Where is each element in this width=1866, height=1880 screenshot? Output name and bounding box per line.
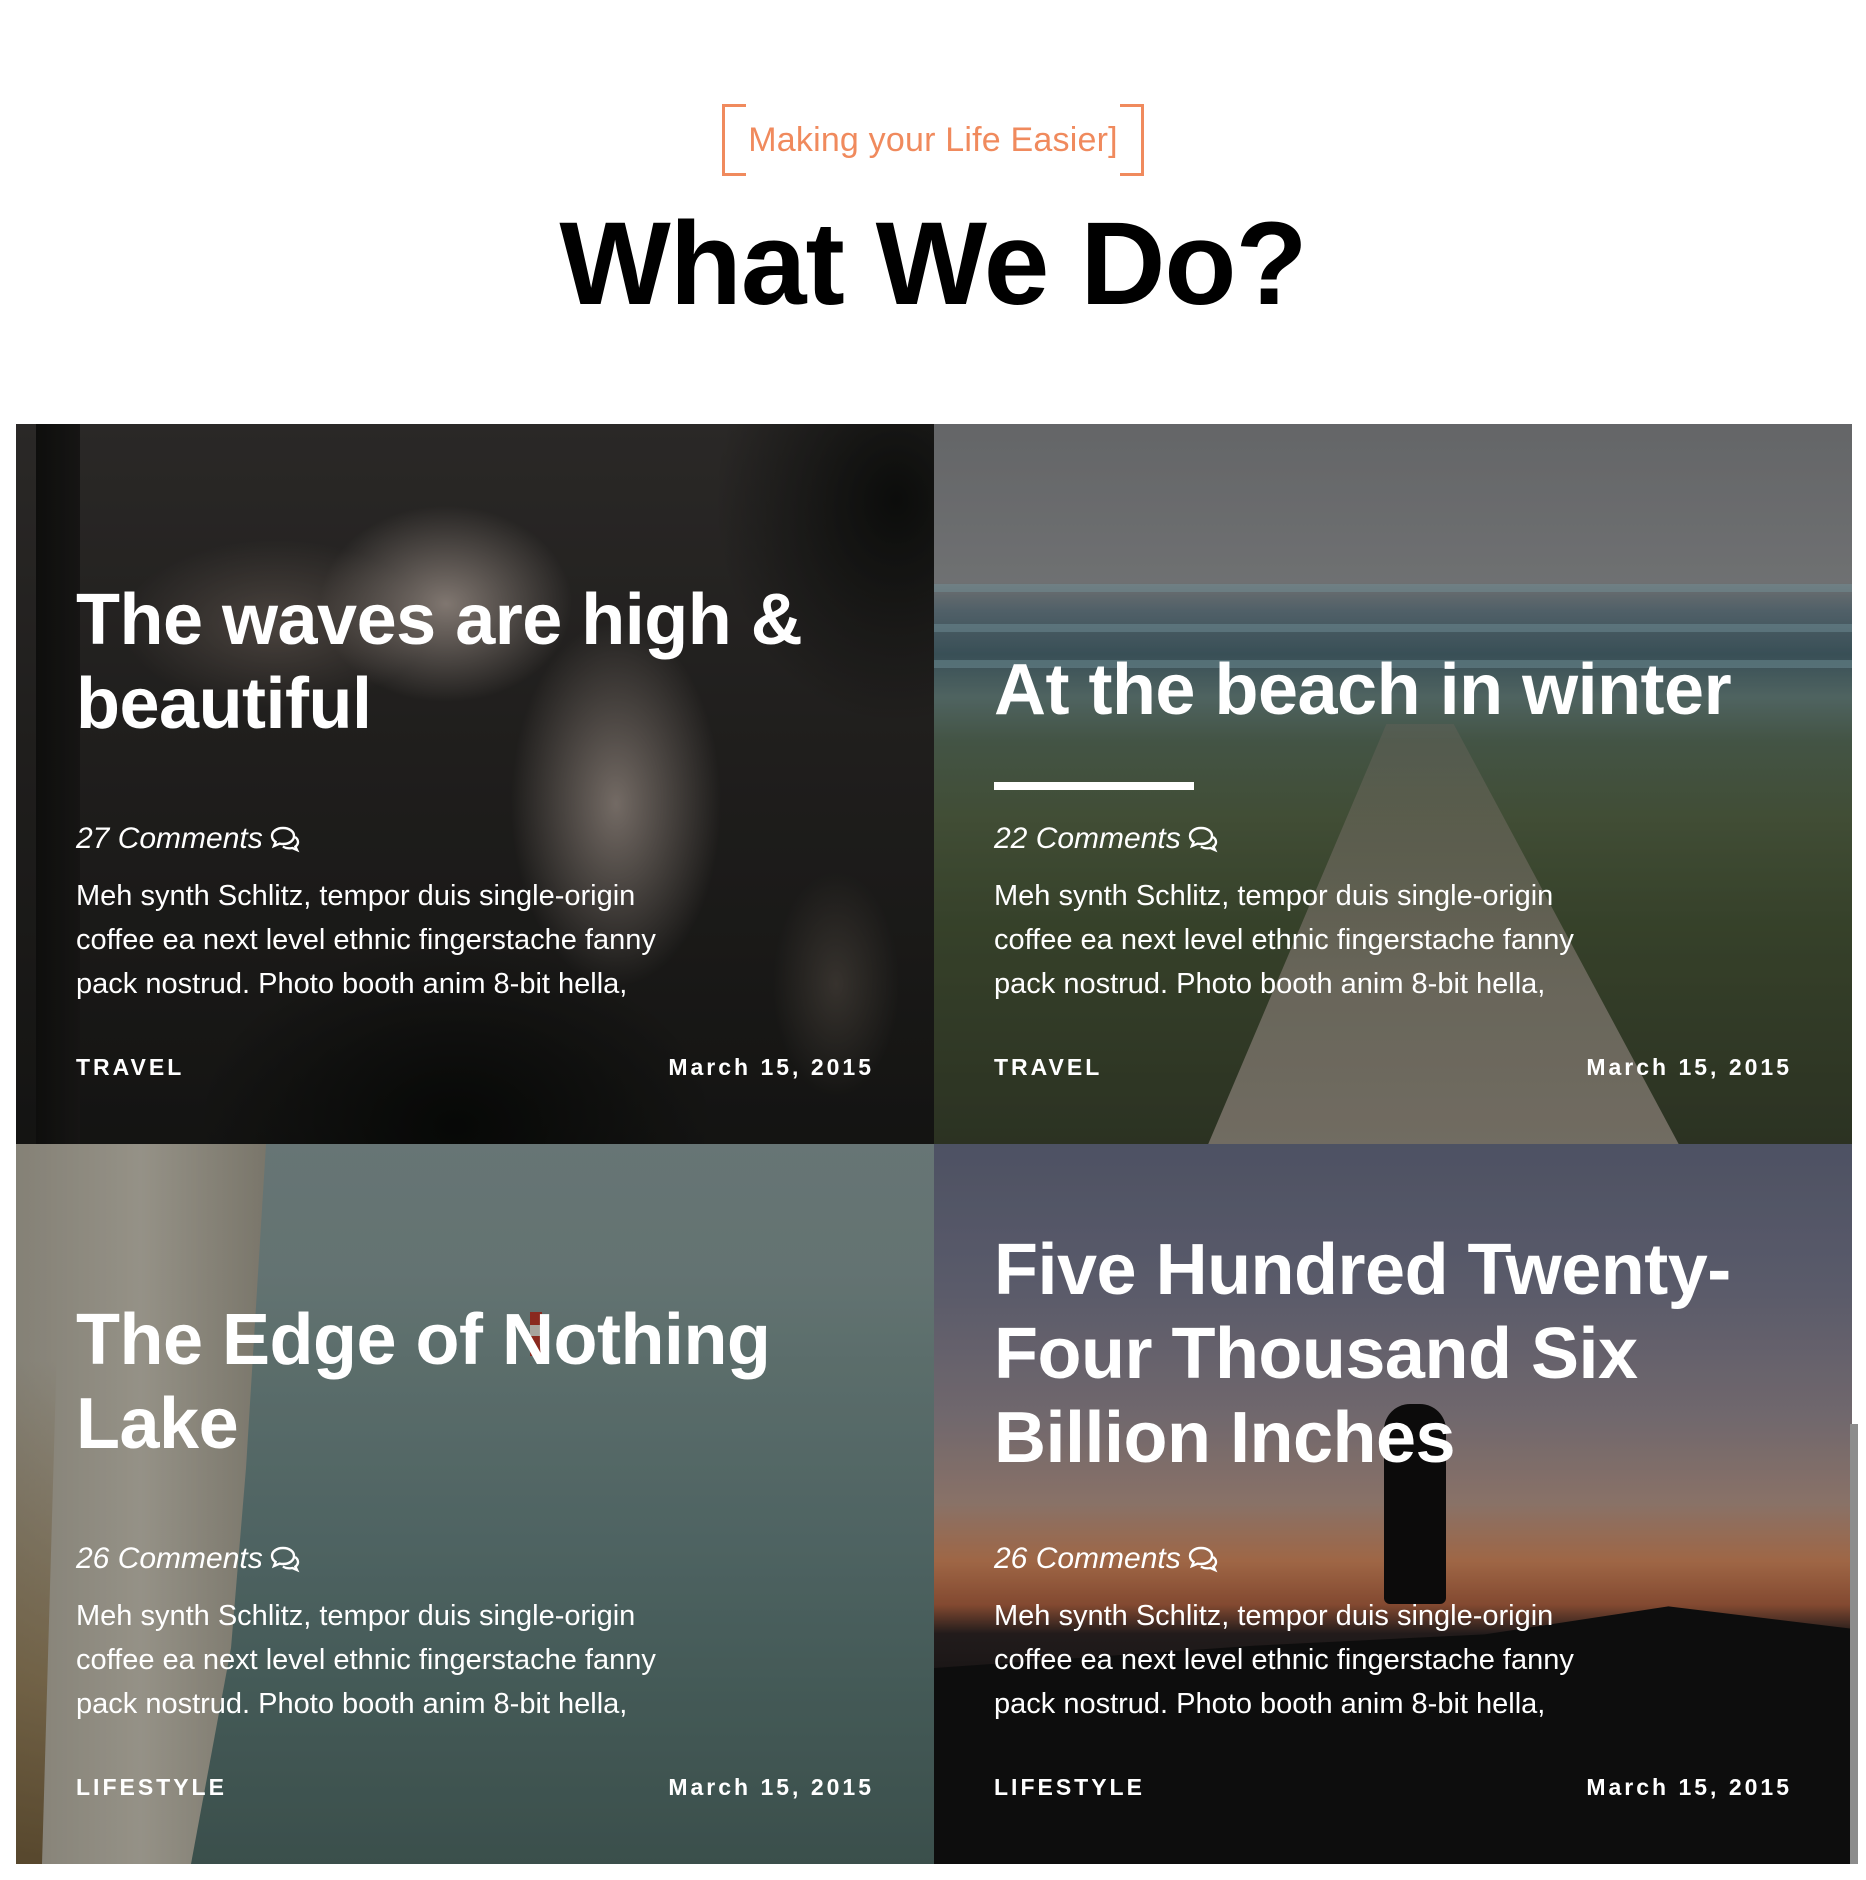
right-bracket-icon — [1119, 104, 1144, 176]
comments-count: 27 Comments — [76, 822, 263, 855]
post-date: March 15, 2015 — [668, 1054, 874, 1080]
comments-count: 26 Comments — [994, 1542, 1181, 1575]
speech-bubbles-icon — [1188, 826, 1218, 853]
post-card[interactable]: At the beach in winter 22 Comments Meh s… — [934, 424, 1852, 1144]
post-excerpt: Meh synth Schlitz, tempor duis single-or… — [76, 880, 656, 1000]
post-grid: The waves are high & beautiful 27 Commen… — [16, 424, 1852, 1864]
post-comments[interactable]: 26 Comments — [76, 1544, 301, 1574]
post-card[interactable]: The Edge of Nothing Lake 26 Comments Meh… — [16, 1144, 934, 1864]
post-content: The waves are high & beautiful 27 Commen… — [76, 424, 874, 1144]
tagline-text: Making your Life Easier] — [748, 121, 1118, 159]
post-category[interactable]: LIFESTYLE — [994, 1776, 1145, 1799]
post-title[interactable]: The waves are high & beautiful — [76, 578, 874, 746]
comments-count: 26 Comments — [76, 1542, 263, 1575]
title-hover-underline — [994, 782, 1194, 790]
tagline: Making your Life Easier] — [0, 104, 1866, 176]
post-excerpt: Meh synth Schlitz, tempor duis single-or… — [994, 880, 1574, 1000]
post-card[interactable]: The waves are high & beautiful 27 Commen… — [16, 424, 934, 1144]
post-category[interactable]: LIFESTYLE — [76, 1776, 227, 1799]
post-title[interactable]: The Edge of Nothing Lake — [76, 1298, 874, 1466]
post-title[interactable]: Five Hundred Twenty-Four Thousand Six Bi… — [994, 1228, 1792, 1480]
post-date: March 15, 2015 — [1586, 1774, 1792, 1800]
post-date: March 15, 2015 — [1586, 1054, 1792, 1080]
post-excerpt: Meh synth Schlitz, tempor duis single-or… — [76, 1600, 656, 1720]
speech-bubbles-icon — [270, 826, 300, 853]
post-date: March 15, 2015 — [668, 1774, 874, 1800]
post-category[interactable]: TRAVEL — [994, 1056, 1102, 1079]
post-comments[interactable]: 26 Comments — [994, 1544, 1219, 1574]
left-bracket-icon — [722, 104, 747, 176]
comments-count: 22 Comments — [994, 822, 1181, 855]
post-title[interactable]: At the beach in winter — [994, 648, 1792, 732]
post-excerpt: Meh synth Schlitz, tempor duis single-or… — [994, 1600, 1574, 1720]
section-header: Making your Life Easier] What We Do? — [0, 0, 1866, 424]
speech-bubbles-icon — [1188, 1546, 1218, 1573]
post-content: Five Hundred Twenty-Four Thousand Six Bi… — [994, 1144, 1792, 1864]
page-title: What We Do? — [559, 198, 1307, 330]
post-category[interactable]: TRAVEL — [76, 1056, 184, 1079]
post-comments[interactable]: 22 Comments — [994, 824, 1219, 854]
post-content: The Edge of Nothing Lake 26 Comments Meh… — [76, 1144, 874, 1864]
post-comments[interactable]: 27 Comments — [76, 824, 301, 854]
tagline-bracket-frame: Making your Life Easier] — [722, 104, 1144, 176]
speech-bubbles-icon — [270, 1546, 300, 1573]
post-card[interactable]: Five Hundred Twenty-Four Thousand Six Bi… — [934, 1144, 1852, 1864]
post-content: At the beach in winter 22 Comments Meh s… — [994, 424, 1792, 1144]
scrollbar[interactable] — [1850, 1424, 1858, 1864]
